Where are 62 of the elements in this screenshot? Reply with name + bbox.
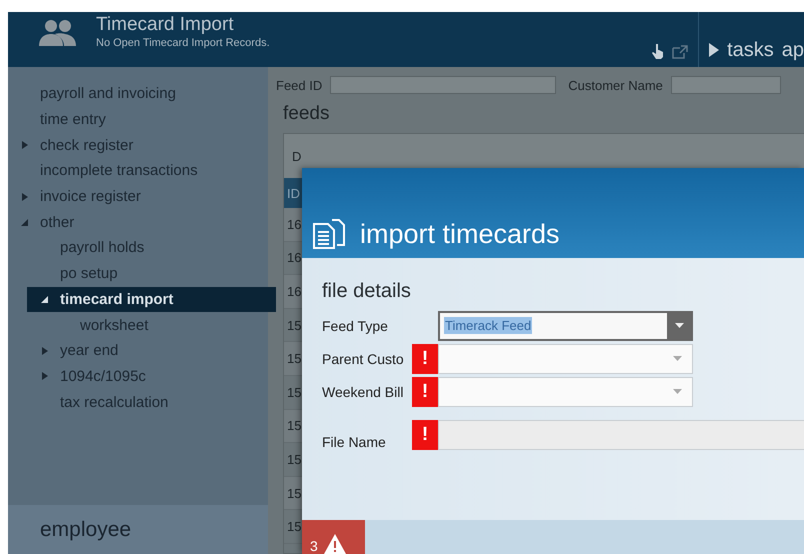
play-icon: [709, 43, 720, 57]
table-cell: 15: [287, 418, 302, 434]
error-marker: !: [412, 344, 438, 374]
filter-label: Feed ID: [276, 78, 322, 92]
filter-label: Customer Name: [568, 78, 663, 92]
nav-item[interactable]: other: [8, 209, 276, 236]
users-icon: [38, 18, 78, 48]
section-title: feeds: [283, 103, 330, 125]
error-marker: !: [412, 420, 438, 450]
nav-item[interactable]: timecard import: [27, 286, 276, 312]
dialog-title: import timecards: [360, 218, 560, 250]
nav-item[interactable]: payroll and invoicing: [8, 81, 276, 107]
field-label: Parent Custo: [322, 350, 405, 366]
tasks-button[interactable]: tasks: [709, 39, 774, 61]
field-label: File Name: [322, 434, 387, 450]
menu-link[interactable]: ap: [782, 39, 804, 61]
error-count-badge[interactable]: 3: [302, 520, 365, 554]
table-cell: 15: [287, 519, 302, 534]
error-marker: !: [412, 376, 438, 406]
nav-item[interactable]: time entry: [8, 106, 276, 132]
expand-arrow-icon[interactable]: [40, 346, 50, 356]
dropdown-caret-icon: [673, 356, 682, 361]
filter-field[interactable]: [670, 76, 781, 94]
dropdown-caret-icon: [673, 389, 682, 394]
nav-item[interactable]: incomplete transactions: [8, 158, 276, 184]
table-cell: 16: [287, 216, 302, 232]
nav-item[interactable]: year end: [8, 338, 276, 364]
table-cell: 15: [287, 384, 302, 400]
expand-arrow-icon[interactable]: [20, 140, 30, 150]
collapse-arrow-icon[interactable]: [40, 294, 50, 304]
nav-item[interactable]: invoice register: [8, 184, 276, 210]
field-label: Feed Type: [322, 318, 389, 334]
combo-field[interactable]: [438, 376, 693, 406]
file-name-field[interactable]: [438, 420, 804, 450]
nav-item[interactable]: payroll holds: [8, 235, 276, 261]
table-cell: 15: [287, 351, 302, 366]
table-cell: 15: [287, 318, 302, 333]
page-subtitle: No Open Timecard Import Records.: [96, 37, 271, 49]
table-cell: 16: [287, 284, 302, 299]
nav-item[interactable]: po setup: [8, 260, 276, 286]
field-label: Weekend Bill: [322, 384, 404, 400]
nav-item[interactable]: 1094c/1095c: [8, 364, 276, 390]
combo-field[interactable]: [438, 344, 693, 374]
pointer-hand-icon[interactable]: [652, 44, 664, 59]
nav-item[interactable]: tax recalculation: [8, 389, 276, 415]
expand-arrow-icon[interactable]: [20, 192, 30, 202]
toolbar-text: D: [292, 148, 302, 164]
table-cell: 16: [287, 250, 302, 266]
popout-icon[interactable]: [672, 45, 688, 59]
filter-field[interactable]: [330, 76, 556, 94]
table-cell: 15: [287, 486, 302, 501]
expand-arrow-icon[interactable]: [40, 371, 50, 382]
feed-type-dropdown[interactable]: Timerack Feed: [438, 310, 693, 340]
employee-section[interactable]: employee: [8, 505, 268, 554]
page-title: Timecard Import: [96, 15, 235, 35]
section-title: file details: [322, 280, 412, 303]
column-header[interactable]: ID: [287, 186, 300, 200]
table-cell: 15: [287, 452, 302, 467]
dropdown-caret-icon: [674, 323, 684, 328]
documents-icon: [312, 218, 346, 250]
nav-item[interactable]: worksheet: [8, 312, 276, 338]
nav-item[interactable]: check register: [8, 132, 276, 158]
